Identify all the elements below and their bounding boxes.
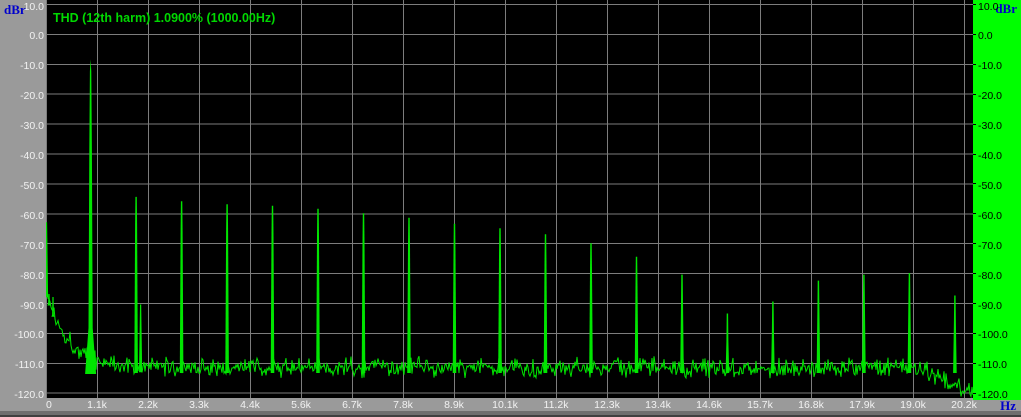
meter-tick-label: -10.0	[978, 61, 1002, 72]
y-tick-label: -70.0	[0, 241, 44, 252]
x-tick-label: 6.7k	[327, 399, 377, 411]
meter-tick-label: 0.0	[978, 31, 993, 42]
right-axis-unit-dbr: dBr	[995, 1, 1017, 17]
meter-tick-mark	[973, 4, 976, 5]
y-tick-label: -60.0	[0, 211, 44, 222]
meter-tick-label: -20.0	[978, 91, 1002, 102]
x-tick-label: 15.7k	[735, 399, 785, 411]
left-axis: dBr 10.00.0-10.0-20.0-30.0-40.0-50.0-60.…	[0, 0, 46, 411]
y-tick-label: -50.0	[0, 181, 44, 192]
x-tick-label: 10.1k	[480, 399, 530, 411]
meter-tick-label: -110.0	[978, 360, 1007, 371]
meter-tick-mark	[973, 94, 976, 95]
meter-tick-label: -60.0	[978, 211, 1002, 222]
meter-tick-mark	[973, 393, 976, 394]
x-tick-label: 17.9k	[837, 399, 887, 411]
noise-floor-trace	[46, 288, 973, 397]
meter-tick-mark	[973, 243, 976, 244]
y-tick-label: -90.0	[0, 301, 44, 312]
meter-tick-label: -90.0	[978, 301, 1002, 312]
x-tick-label: 12.3k	[582, 399, 632, 411]
level-meter-bar: dBr 10.0 0.0 -10.0 -20.0 -30.0 -40.0 -50.0 -60.…	[973, 0, 1021, 400]
x-tick-label: 4.4k	[225, 399, 275, 411]
y-tick-label: -110.0	[0, 360, 44, 371]
meter-tick-mark	[973, 333, 976, 334]
meter-tick-mark	[973, 213, 976, 214]
spectrum-plot-area[interactable]: THD (12th harm) 1.0900% (1000.00Hz)	[46, 0, 973, 398]
x-tick-label: 14.6k	[684, 399, 734, 411]
x-tick-label: 13.4k	[633, 399, 683, 411]
x-tick-label: 5.6k	[276, 399, 326, 411]
x-tick-label: 11.2k	[531, 399, 581, 411]
meter-tick-label: 10.0	[978, 2, 998, 13]
meter-tick-mark	[973, 183, 976, 184]
meter-tick-mark	[973, 34, 976, 35]
harmonic-peaks	[85, 59, 957, 374]
y-tick-label: -40.0	[0, 151, 44, 162]
meter-tick-label: -70.0	[978, 241, 1002, 252]
meter-tick-label: -80.0	[978, 271, 1002, 282]
x-tick-label: 19.0k	[888, 399, 938, 411]
meter-tick-label: -30.0	[978, 121, 1002, 132]
meter-tick-label: -50.0	[978, 181, 1002, 192]
x-tick-label: 7.8k	[378, 399, 428, 411]
spectrum-trace-canvas	[46, 0, 973, 398]
meter-tick-label: -40.0	[978, 151, 1002, 162]
x-tick-label: 8.9k	[429, 399, 479, 411]
grid-lines	[46, 0, 973, 398]
bottom-axis: 201.1k2.2k3.3k4.4k5.6k6.7k7.8k8.9k10.1k1…	[0, 398, 1021, 411]
y-tick-label: -120.0	[0, 390, 44, 401]
x-tick-label: 1.1k	[72, 399, 122, 411]
meter-tick-mark	[973, 154, 976, 155]
meter-tick-label: -120.0	[978, 390, 1008, 401]
meter-tick-mark	[973, 124, 976, 125]
meter-tick-mark	[973, 273, 976, 274]
y-tick-label: -100.0	[0, 330, 44, 341]
y-tick-label: 10.0	[0, 2, 44, 13]
meter-tick-mark	[973, 64, 976, 65]
meter-tick-mark	[973, 303, 976, 304]
x-tick-label: 2.2k	[123, 399, 173, 411]
x-tick-label: 16.8k	[786, 399, 836, 411]
x-tick-label: 3.3k	[174, 399, 224, 411]
y-tick-label: -80.0	[0, 271, 44, 282]
y-tick-label: -30.0	[0, 121, 44, 132]
thd-readout: THD (12th harm) 1.0900% (1000.00Hz)	[53, 11, 275, 25]
spectrum-analyzer-window: dBr 10.0 0.0 -10.0 -20.0 -30.0 -40.0 -50.0 -60.…	[0, 0, 1021, 417]
meter-tick-mark	[973, 363, 976, 364]
meter-tick-label: -100.0	[978, 330, 1008, 341]
y-tick-label: 0.0	[0, 31, 44, 42]
y-tick-label: -20.0	[0, 91, 44, 102]
y-tick-label: -10.0	[0, 61, 44, 72]
